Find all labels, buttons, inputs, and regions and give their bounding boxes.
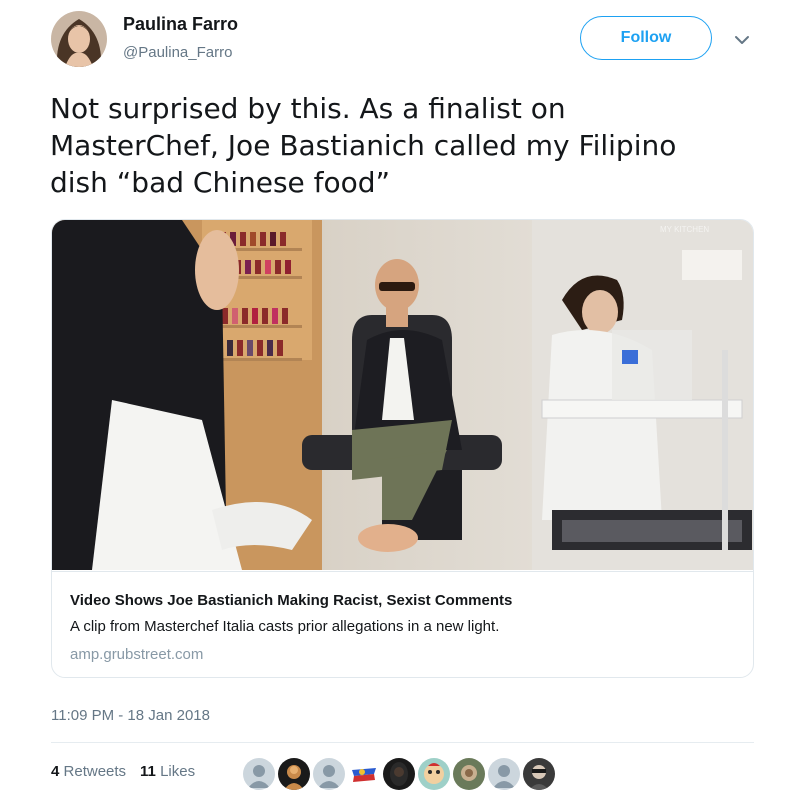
tweet-text-line: Not surprised by this. As a finalist on	[50, 92, 566, 125]
card-image: MY KITCHEN	[52, 220, 753, 570]
liker-avatar[interactable]	[278, 758, 310, 790]
tweet-text-line: dish “bad Chinese food”	[50, 166, 391, 199]
liker-avatar[interactable]	[383, 758, 415, 790]
likes-label: Likes	[160, 763, 196, 780]
author-handle[interactable]: @Paulina_Farro	[123, 44, 232, 61]
card-url[interactable]: amp.grubstreet.com	[70, 646, 203, 663]
card-body[interactable]: Video Shows Joe Bastianich Making Racist…	[52, 571, 753, 677]
likes-count: 11	[140, 763, 156, 780]
liker-avatar[interactable]	[523, 758, 555, 790]
liker-avatar[interactable]	[313, 758, 345, 790]
card-description: A clip from Masterchef Italia casts prio…	[70, 618, 500, 635]
chevron-down-icon[interactable]	[732, 30, 752, 50]
liker-avatars	[243, 758, 555, 790]
retweets-stat[interactable]: 4 Retweets	[51, 763, 126, 780]
author-name[interactable]: Paulina Farro	[123, 14, 238, 35]
liker-avatar[interactable]	[418, 758, 450, 790]
retweets-label: Retweets	[63, 763, 127, 780]
card-title[interactable]: Video Shows Joe Bastianich Making Racist…	[70, 592, 512, 609]
divider	[51, 742, 754, 743]
liker-avatar[interactable]	[243, 758, 275, 790]
liker-avatar[interactable]	[348, 758, 380, 790]
follow-button[interactable]: Follow	[580, 16, 712, 60]
author-avatar[interactable]	[51, 11, 107, 67]
retweets-count: 4	[51, 763, 60, 780]
svg-text:MY KITCHEN: MY KITCHEN	[660, 225, 709, 234]
tweet-stats: 4 Retweets 11 Likes	[51, 763, 195, 780]
tweet-text: Not surprised by this. As a finalist on …	[50, 90, 760, 201]
tweet-text-line: MasterChef, Joe Bastianich called my Fil…	[50, 129, 677, 162]
tweet-timestamp[interactable]: 11:09 PM - 18 Jan 2018	[51, 707, 210, 724]
likes-stat[interactable]: 11 Likes	[140, 763, 195, 780]
liker-avatar[interactable]	[453, 758, 485, 790]
link-card[interactable]: MY KITCHEN Video Shows Joe Bastianich Ma…	[51, 219, 754, 678]
liker-avatar[interactable]	[488, 758, 520, 790]
